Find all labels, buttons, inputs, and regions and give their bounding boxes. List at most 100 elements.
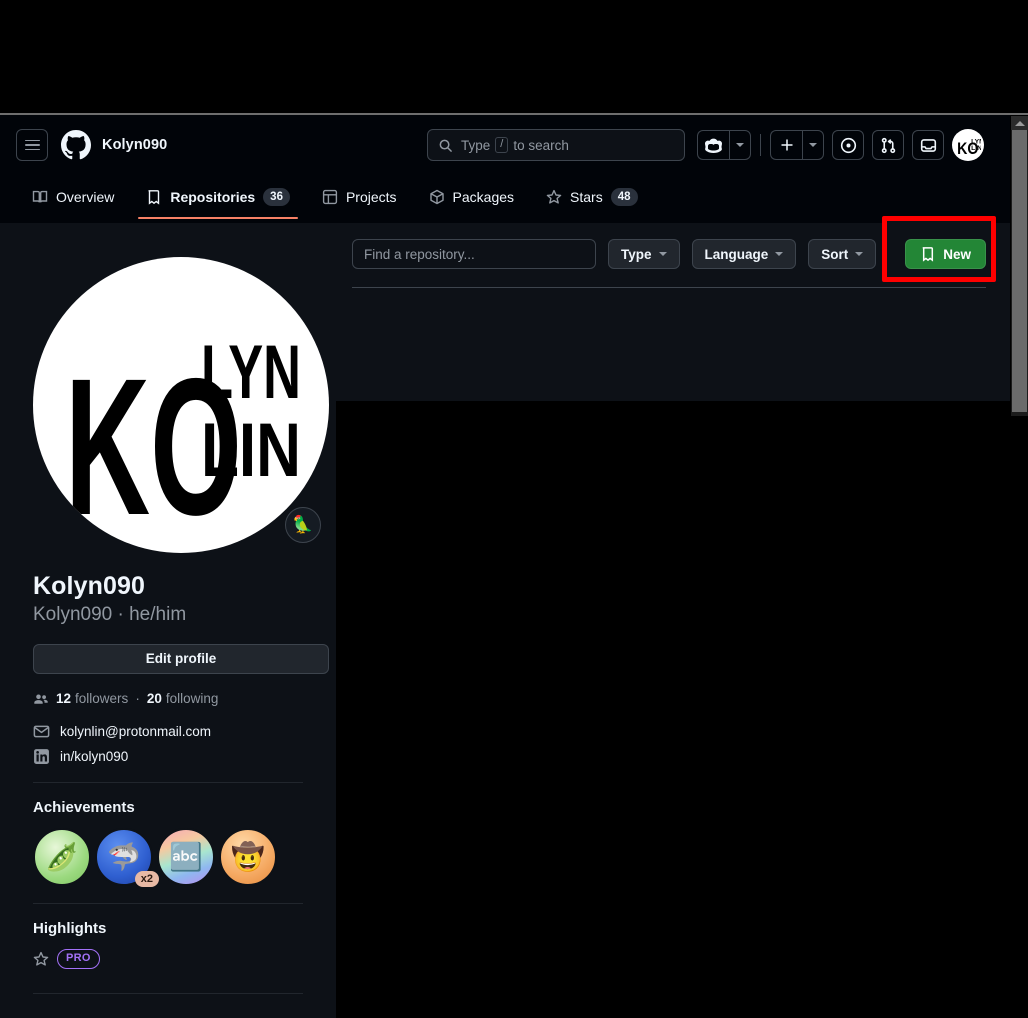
achievement-count: x2 (135, 871, 159, 887)
chevron-down-icon (809, 143, 817, 147)
new-repository-label: New (943, 247, 971, 262)
search-ph-prefix: Type (461, 138, 490, 153)
repositories-toolbar: Type Language Sort (352, 239, 986, 269)
scrollbar-track-lower (1011, 416, 1028, 1018)
svg-text:LIN: LIN (201, 408, 301, 493)
profile-nav: Overview Repositories 36 Projects (0, 175, 1010, 223)
repo-icon (920, 246, 936, 262)
create-new-dropdown-chevron-down-icon[interactable] (802, 130, 824, 160)
tab-repositories-label: Repositories (170, 189, 255, 205)
status-emoji-badge[interactable]: 🦜 (285, 507, 321, 543)
type-filter-button[interactable]: Type (608, 239, 680, 269)
edit-profile-button[interactable]: Edit profile (33, 644, 329, 674)
project-icon (322, 189, 338, 205)
achievement-yolo[interactable]: 🔤 (157, 828, 215, 886)
toolbar-divider (352, 287, 986, 288)
highlight-pro: PRO (33, 949, 303, 969)
scrollbar-thumb[interactable] (1012, 130, 1027, 412)
achievement-emoji: 🦈 (107, 841, 141, 873)
star-icon (33, 951, 49, 967)
followers-link[interactable]: 12 followers (56, 691, 128, 706)
find-repository-input[interactable] (352, 239, 596, 269)
profile-handle-pronouns: Kolyn090 · he/him (33, 603, 303, 628)
chevron-down-icon (775, 252, 783, 256)
contact-email[interactable]: kolynlin@protonmail.com (33, 723, 303, 740)
achievements-list: 🫛 🦈 x2 🔤 🤠 (33, 828, 303, 886)
repositories-main: Type Language Sort (336, 223, 1010, 1018)
book-icon (32, 189, 48, 205)
chevron-down-icon (736, 143, 744, 147)
github-page: Kolyn090 Type / to search (0, 115, 1028, 1018)
package-icon (429, 189, 445, 205)
header-owner-name[interactable]: Kolyn090 (102, 137, 167, 153)
followers-count: 12 (56, 691, 71, 706)
repository-list-placeholder (336, 401, 1010, 1018)
highlights-title: Highlights (33, 920, 303, 937)
achievement-emoji: 🔤 (169, 841, 203, 873)
tab-projects[interactable]: Projects (306, 175, 413, 219)
tab-repositories[interactable]: Repositories 36 (130, 175, 306, 219)
svg-text:LIN: LIN (971, 145, 981, 152)
linkedin-icon (33, 748, 50, 765)
svg-text:LYN: LYN (971, 138, 981, 145)
following-count: 20 (147, 691, 162, 706)
vertical-scrollbar[interactable] (1011, 116, 1028, 416)
new-repository-button[interactable]: New (905, 239, 986, 269)
followers-label: followers (75, 691, 128, 706)
header-divider (760, 134, 761, 156)
profile-avatar[interactable]: KO LYN LIN (33, 257, 329, 553)
header-actions: KO LYN LIN (697, 129, 984, 161)
sidebar-divider-1 (33, 782, 303, 783)
following-link[interactable]: 20 following (147, 691, 219, 706)
pull-requests-git-pull-request-icon[interactable] (872, 130, 904, 160)
tab-stars[interactable]: Stars 48 (530, 175, 653, 219)
triangle-up-icon (1015, 121, 1025, 126)
achievements-title: Achievements (33, 799, 303, 816)
tab-repositories-count: 36 (263, 188, 290, 206)
global-header: Kolyn090 Type / to search (0, 115, 1010, 175)
profile-sidebar: KO LYN LIN 🦜 Kolyn090 Kolyn090 · he/him … (0, 223, 336, 1018)
sidebar-divider-3 (33, 993, 303, 994)
search-placeholder: Type / to search (461, 137, 569, 153)
language-filter-button[interactable]: Language (692, 239, 797, 269)
inbox-icon[interactable] (912, 130, 944, 160)
chevron-down-icon (659, 252, 667, 256)
svg-text:LYN: LYN (201, 330, 301, 415)
achievement-pair-extraordinaire[interactable]: 🫛 (33, 828, 91, 886)
tab-packages[interactable]: Packages (413, 175, 530, 219)
issues-icon[interactable] (832, 130, 864, 160)
achievement-emoji: 🫛 (45, 841, 79, 873)
sort-filter-button[interactable]: Sort (808, 239, 876, 269)
repo-icon (146, 189, 162, 205)
screen: Kolyn090 Type / to search (0, 0, 1028, 1018)
achievement-quickdraw[interactable]: 🤠 (219, 828, 277, 886)
pro-badge[interactable]: PRO (57, 949, 100, 969)
sidebar-divider-2 (33, 903, 303, 904)
contact-list: kolynlin@protonmail.com in/kolyn090 (33, 723, 303, 765)
chevron-down-icon (855, 252, 863, 256)
achievement-emoji: 🤠 (231, 841, 265, 873)
tab-overview-label: Overview (56, 189, 114, 205)
copilot-icon[interactable] (697, 130, 729, 160)
copilot-dropdown-chevron-down-icon[interactable] (729, 130, 751, 160)
tab-overview[interactable]: Overview (16, 175, 130, 219)
scroll-up-arrow-icon[interactable] (1011, 116, 1028, 130)
search-input[interactable]: Type / to search (427, 129, 685, 161)
tab-projects-label: Projects (346, 189, 397, 205)
search-icon (438, 138, 453, 153)
hamburger-icon[interactable] (16, 129, 48, 161)
profile-name: Kolyn090 (33, 571, 303, 602)
sort-filter-label: Sort (821, 247, 848, 262)
followers-following: 12 followers · 20 following (33, 691, 303, 707)
tab-stars-label: Stars (570, 189, 603, 205)
following-label: following (166, 691, 219, 706)
achievement-pull-shark[interactable]: 🦈 x2 (95, 828, 153, 886)
contact-linkedin-text: in/kolyn090 (60, 749, 128, 764)
type-filter-label: Type (621, 247, 652, 262)
github-logo-icon[interactable] (60, 129, 92, 161)
slash-key-hint: / (495, 137, 508, 153)
contact-linkedin[interactable]: in/kolyn090 (33, 748, 303, 765)
tab-stars-count: 48 (611, 188, 638, 206)
avatar[interactable]: KO LYN LIN (952, 129, 984, 161)
create-new-plus-icon[interactable] (770, 130, 802, 160)
